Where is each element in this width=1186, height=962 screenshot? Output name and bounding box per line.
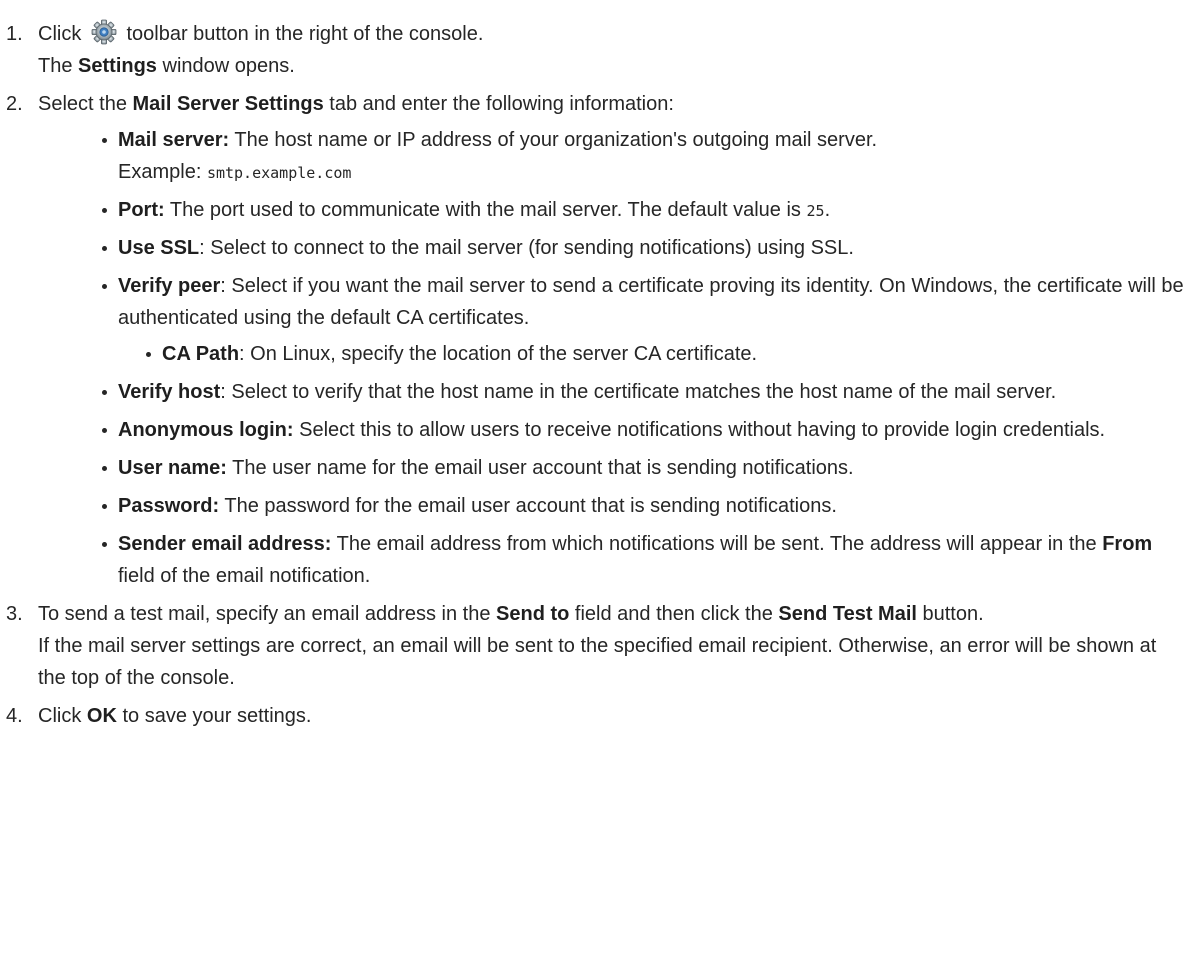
step-3: 3. To send a test mail, specify an email… xyxy=(0,598,1186,694)
send-test-mail-label: Send Test Mail xyxy=(778,603,917,625)
ok-label: OK xyxy=(86,705,117,727)
step-1: 1. Click toolbar button in the right of … xyxy=(0,18,1186,82)
step-1-instruction: Click toolbar button in the right of the… xyxy=(38,18,1186,50)
field-item-verify-host: Verify host: Select to verify that the h… xyxy=(102,376,1186,408)
field-item-port: Port: The port used to communicate with … xyxy=(102,194,1186,226)
from-label: From xyxy=(1102,533,1153,555)
mail-server-settings-label: Mail Server Settings xyxy=(132,93,324,115)
default-port: 25 xyxy=(806,202,825,220)
step-number: 3. xyxy=(6,603,23,625)
step-4-instruction: Click OK to save your settings. xyxy=(38,705,312,727)
steps-list: 1. Click toolbar button in the right of … xyxy=(0,18,1186,732)
example-host: smtp.example.com xyxy=(206,164,352,182)
document: 1. Click toolbar button in the right of … xyxy=(0,0,1186,732)
step-number: 1. xyxy=(6,23,23,45)
gear-icon xyxy=(91,19,117,45)
settings-label: Settings xyxy=(78,55,157,77)
field-list: Mail server: The host name or IP address… xyxy=(38,124,1186,592)
step-2: 2. Select the Mail Server Settings tab a… xyxy=(0,88,1186,592)
step-number: 4. xyxy=(6,705,23,727)
field-item-password: Password: The password for the email use… xyxy=(102,490,1186,522)
step-4: 4. Click OK to save your settings. xyxy=(0,700,1186,732)
sub-field-list: CA Path: On Linux, specify the location … xyxy=(118,338,1186,370)
step-number: 2. xyxy=(6,93,23,115)
field-item-mail-server: Mail server: The host name or IP address… xyxy=(102,124,1186,188)
field-item-sender-email: Sender email address: The email address … xyxy=(102,528,1186,592)
field-item-use-ssl: Use SSL: Select to connect to the mail s… xyxy=(102,232,1186,264)
step-1-result: The Settings window opens. xyxy=(38,55,295,77)
field-item-ca-path: CA Path: On Linux, specify the location … xyxy=(146,338,1186,370)
send-to-label: Send to xyxy=(496,603,570,625)
step-3-instruction: To send a test mail, specify an email ad… xyxy=(38,603,984,625)
field-item-anonymous-login: Anonymous login: Select this to allow us… xyxy=(102,414,1186,446)
field-item-user-name: User name: The user name for the email u… xyxy=(102,452,1186,484)
step-2-instruction: Select the Mail Server Settings tab and … xyxy=(38,93,674,115)
step-3-result: If the mail server settings are correct,… xyxy=(38,635,1157,689)
field-item-verify-peer: Verify peer: Select if you want the mail… xyxy=(102,270,1186,370)
